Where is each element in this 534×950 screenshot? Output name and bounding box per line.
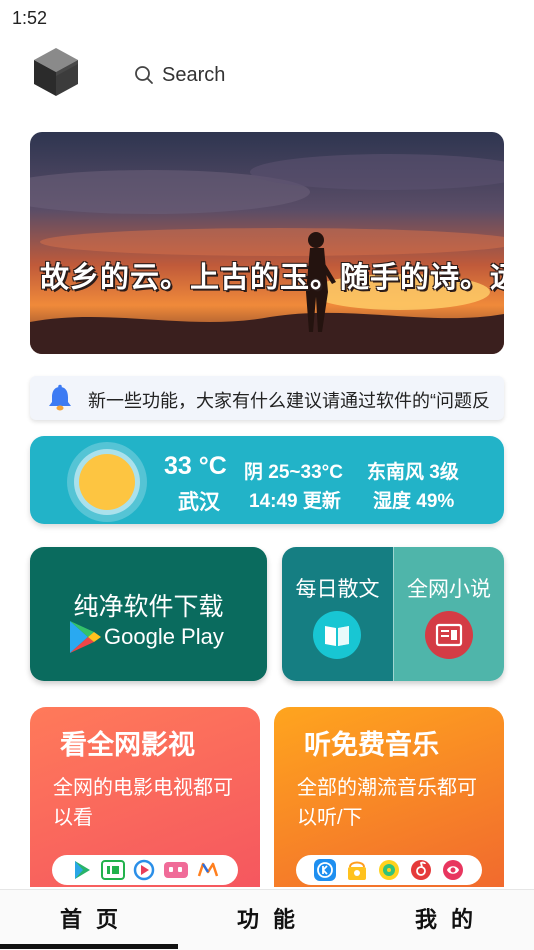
sun-icon [67,442,147,522]
google-play-label: Google Play [104,624,224,649]
humidity-info: 湿度 49% [373,491,455,512]
home-indicator [0,944,178,949]
mango-icon [197,862,219,877]
video-promo-title: 看全网影视 [60,730,195,760]
google-play-card[interactable]: 纯净软件下载 Google Play [30,547,267,681]
tab-features[interactable]: 功能 [237,902,309,934]
top-bar: Search [0,34,534,114]
play-icon [75,861,90,879]
bilibili-icon [164,862,188,878]
notice-bar[interactable]: 新一些功能，大家有什么建议请通过软件的“问题反 [30,376,504,420]
kuwo-icon [348,861,366,880]
kugou-icon [314,859,336,881]
iqiyi-icon [101,860,125,880]
reader-icon [425,611,473,659]
status-bar: 1:52 [0,0,534,34]
weather-condition: 阴 25~33°C [244,462,343,483]
city-name: 武汉 [178,491,220,514]
migu-icon [443,860,463,880]
temperature: 33 °C [164,452,227,480]
update-time: 14:49 更新 [249,491,341,512]
daily-essay-card[interactable]: 每日散文 [282,547,393,681]
video-promo-card[interactable]: 看全网影视 全网的电影电视都可以看 [30,707,260,887]
qqmusic-icon [379,860,399,880]
wind-info: 东南风 3级 [367,462,459,483]
status-time: 1:52 [12,8,48,28]
web-novel-card[interactable]: 全网小说 [394,547,504,681]
youku-icon [133,859,155,881]
tab-profile[interactable]: 我的 [415,902,487,934]
video-promo-desc: 全网的电影电视都可以看 [53,777,233,829]
search-button[interactable]: Search [134,60,225,90]
music-promo-card[interactable]: 听免费音乐 全部的潮流音乐都可以听/下 [274,707,504,887]
music-apps-strip [296,855,482,885]
web-novel-title: 全网小说 [407,578,491,601]
banner-caption: 故乡的云。上古的玉。随手的诗。远方的你 [40,262,504,294]
google-play-icon [70,621,101,653]
book-icon [313,611,361,659]
google-play-brand: Google Play [68,619,224,655]
music-promo-desc: 全部的潮流音乐都可以听/下 [297,777,477,829]
cube-logo-icon[interactable] [30,44,82,100]
weather-card[interactable]: 33 °C 武汉 阴 25~33°C 14:49 更新 东南风 3级 湿度 49… [30,436,504,524]
bottom-tab-bar: 首页 功能 我的 [0,889,534,950]
banner-carousel[interactable]: 故乡的云。上古的玉。随手的诗。远方的你 [30,132,504,354]
notice-text: 新一些功能，大家有什么建议请通过软件的“问题反 [88,391,490,411]
netease-icon [411,860,431,880]
daily-essay-title: 每日散文 [295,578,380,601]
sunset-banner-image [30,132,504,354]
bell-icon [49,384,71,411]
google-play-title: 纯净软件下载 [73,593,224,621]
music-promo-title: 听免费音乐 [304,730,439,760]
video-apps-strip [52,855,238,885]
tab-home[interactable]: 首页 [60,902,132,934]
search-icon [135,66,153,84]
search-label: Search [162,63,226,86]
reading-cards: 每日散文 全网小说 [282,547,504,681]
